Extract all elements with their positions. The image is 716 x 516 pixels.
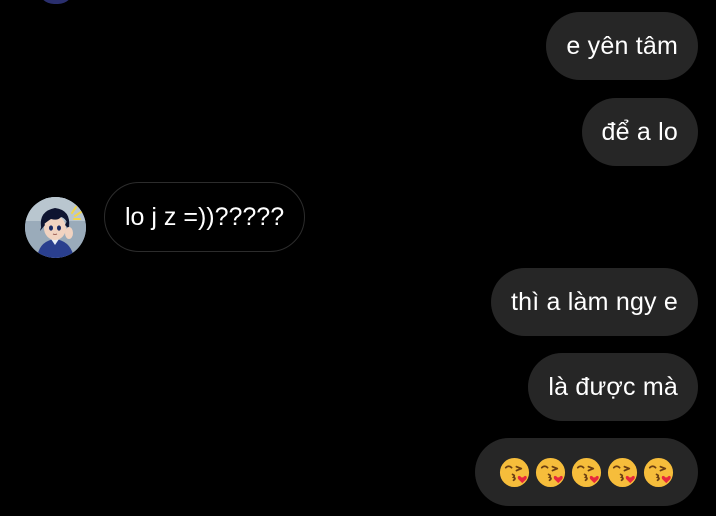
message-text: thì a làm ngy e — [511, 287, 678, 316]
emoji-row — [498, 456, 675, 489]
message-text: là được mà — [548, 372, 678, 401]
anime-boy-avatar-icon — [25, 197, 86, 258]
outgoing-message-bubble[interactable]: thì a làm ngy e — [491, 268, 698, 336]
face-throwing-a-kiss-icon — [499, 457, 530, 487]
previous-avatar-fragment — [38, 0, 74, 4]
face-throwing-a-kiss-icon — [643, 457, 674, 487]
face-throwing-a-kiss-icon — [535, 457, 566, 487]
face-throwing-a-kiss-icon — [571, 457, 602, 487]
incoming-message-bubble[interactable]: lo j z =))????? — [104, 182, 306, 252]
message-text: để a lo — [601, 117, 678, 146]
outgoing-message-bubble[interactable]: e yên tâm — [546, 12, 698, 80]
outgoing-emoji-message-bubble[interactable] — [475, 438, 698, 506]
message-text: lo j z =))????? — [125, 202, 285, 231]
face-throwing-a-kiss-icon — [607, 457, 638, 487]
outgoing-message-bubble[interactable]: để a lo — [581, 98, 698, 166]
message-text: e yên tâm — [566, 31, 678, 60]
sender-avatar[interactable] — [25, 197, 86, 258]
outgoing-message-bubble[interactable]: là được mà — [528, 353, 698, 421]
